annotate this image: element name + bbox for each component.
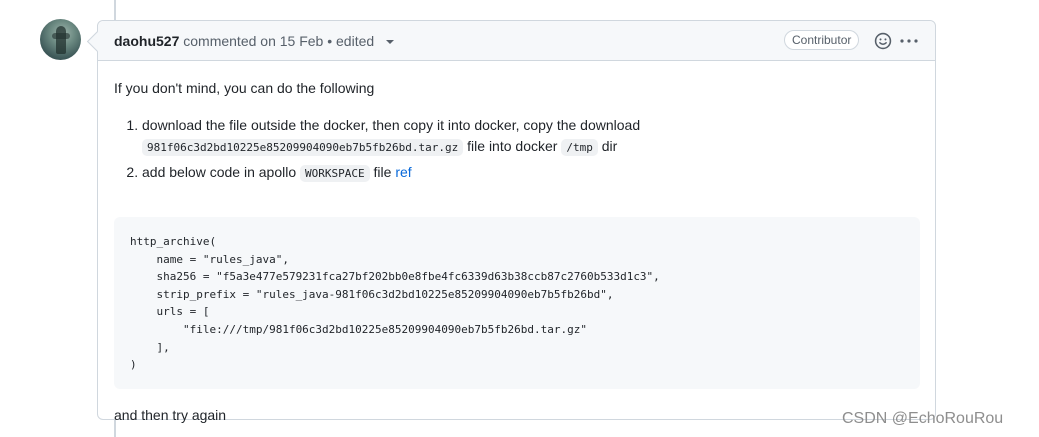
author-link[interactable]: daohu527 [114, 33, 179, 49]
comment-meta-text[interactable]: commented on 15 Feb • edited [183, 33, 374, 49]
intro-text: If you don't mind, you can do the follow… [114, 80, 375, 96]
avatar[interactable] [40, 19, 81, 60]
list-item: add below code in apollo WORKSPACE file … [142, 162, 920, 184]
step1-after: dir [601, 138, 618, 154]
steps-list: download the file outside the docker, th… [114, 115, 920, 188]
code-filename: 981f06c3d2bd10225e85209904090eb7b5fb26bd… [142, 139, 464, 156]
step1-mid: file into docker [467, 138, 558, 154]
list-item: download the file outside the docker, th… [142, 115, 920, 158]
code-tmp-dir: /tmp [561, 139, 598, 156]
watermark: CSDN @EchoRouRou [842, 410, 1004, 427]
contributor-badge: Contributor [784, 30, 860, 50]
code-block: http_archive( name = "rules_java", sha25… [114, 217, 920, 389]
triangle-down-icon[interactable] [386, 40, 395, 45]
comment-card: daohu527 commented on 15 Feb • edited Co… [97, 20, 936, 423]
step1-text: download the file outside the docker, th… [142, 117, 641, 133]
step2-text: add below code in apollo [142, 164, 297, 180]
avatar-figure [56, 26, 66, 54]
ref-link[interactable]: ref [395, 164, 411, 180]
outro-text: and then try again [114, 407, 227, 423]
comment-header: daohu527 commented on 15 Feb • edited Co… [98, 21, 935, 61]
smiley-icon[interactable] [874, 32, 892, 50]
code-workspace: WORKSPACE [300, 165, 370, 182]
kebab-horizontal-icon[interactable] [899, 32, 919, 50]
step2-mid: file [373, 164, 392, 180]
comment-meta: daohu527 commented on 15 Feb • edited [114, 33, 395, 49]
